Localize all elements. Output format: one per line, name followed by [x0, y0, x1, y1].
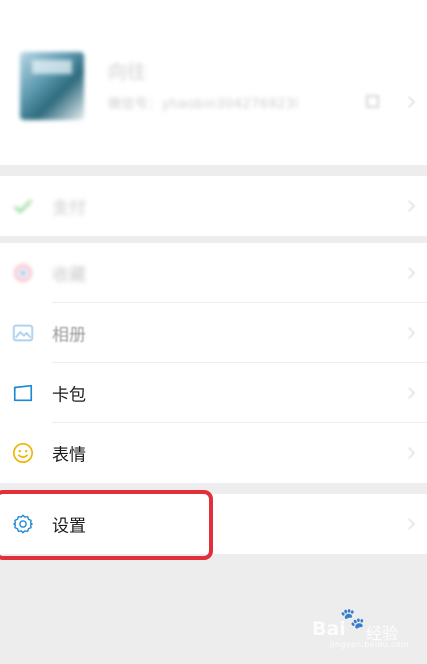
menu-item-stickers[interactable]: 表情 — [0, 423, 427, 483]
menu-item-favorites[interactable]: 收藏 — [0, 243, 427, 303]
chevron-right-icon — [403, 447, 415, 459]
baidu-jingyan-watermark: Bai 🐾 经验 jingyan.baidu.com — [308, 606, 420, 650]
main-menu-group: 收藏 相册 卡包 表情 — [0, 243, 427, 483]
menu-item-cards[interactable]: 卡包 — [0, 363, 427, 423]
watermark-url: jingyan.baidu.com — [330, 640, 409, 649]
smiley-icon — [13, 443, 33, 463]
qr-code-icon[interactable] — [366, 95, 379, 108]
chevron-right-icon — [403, 200, 415, 212]
chevron-right-icon — [403, 96, 415, 108]
chevron-right-icon — [403, 387, 415, 399]
chevron-right-icon — [403, 327, 415, 339]
menu-item-label: 支付 — [52, 198, 86, 219]
profile-header[interactable]: 向往 微信号：yhaobin304276923l — [0, 0, 427, 165]
settings-highlight-box — [0, 490, 213, 560]
menu-item-label: 卡包 — [52, 385, 86, 406]
pay-group: 支付 — [0, 176, 427, 236]
menu-item-pay[interactable]: 支付 — [0, 176, 427, 236]
wechat-id: 微信号：yhaobin304276923l — [108, 97, 299, 112]
menu-item-label: 收藏 — [52, 265, 86, 286]
chevron-right-icon — [403, 518, 415, 530]
menu-item-label: 相册 — [52, 325, 86, 346]
menu-item-label: 表情 — [52, 445, 86, 466]
chevron-right-icon — [403, 267, 415, 279]
profile-name: 向往 — [108, 61, 147, 83]
favorites-icon — [14, 264, 32, 282]
card-wallet-icon — [13, 384, 33, 402]
avatar[interactable] — [20, 52, 84, 120]
paw-icon: 🐾 — [340, 606, 365, 630]
pay-icon — [14, 199, 33, 213]
menu-item-album[interactable]: 相册 — [0, 303, 427, 363]
album-icon — [13, 324, 33, 342]
